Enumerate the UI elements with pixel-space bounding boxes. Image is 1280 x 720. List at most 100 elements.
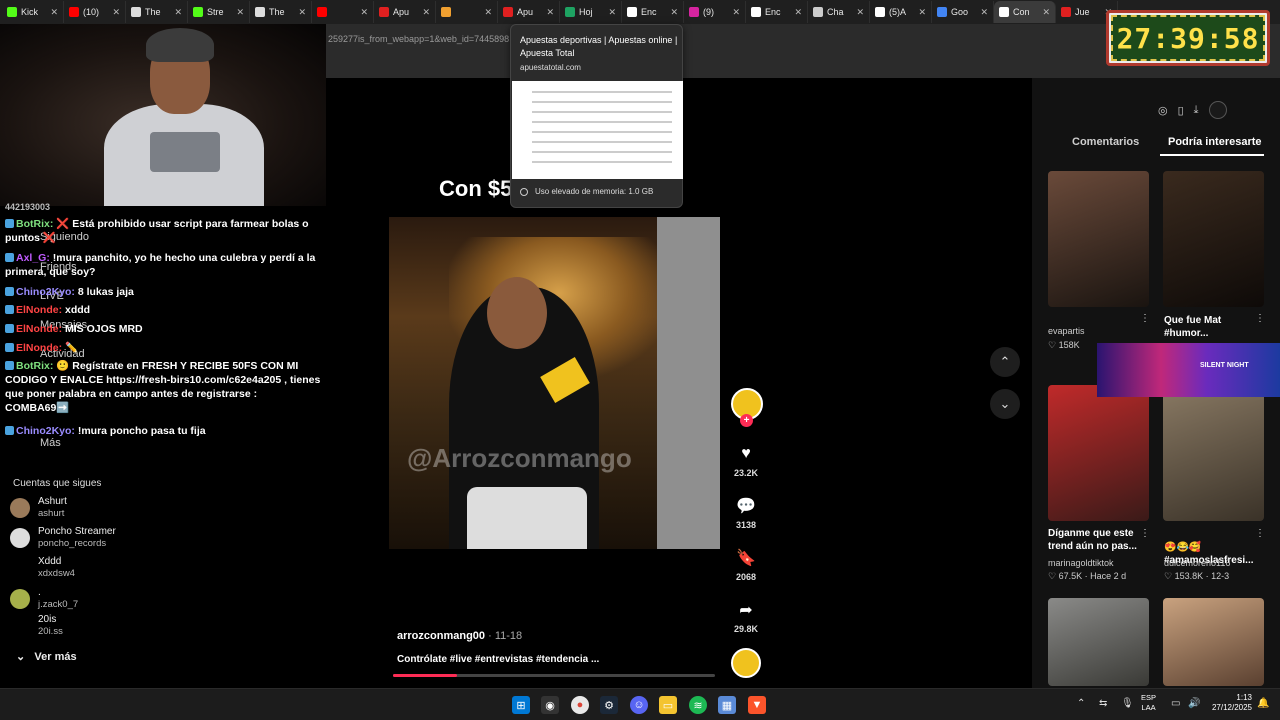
- wifi-icon[interactable]: ▭: [1171, 698, 1180, 709]
- video-author[interactable]: arrozconmang00 · 11-18: [397, 630, 522, 642]
- close-icon[interactable]: ✕: [50, 7, 58, 18]
- chat-username[interactable]: BotRix:: [16, 218, 53, 230]
- sub-badge-icon: [5, 343, 14, 352]
- ghost-menu-more[interactable]: Más: [40, 437, 61, 449]
- video-thumbnail[interactable]: [1048, 171, 1149, 307]
- profile-avatar[interactable]: [1208, 101, 1227, 119]
- browser-tab[interactable]: Cha ✕: [808, 1, 870, 23]
- tab-recommended[interactable]: Podría interesarte: [1168, 136, 1262, 148]
- close-icon[interactable]: ✕: [546, 7, 554, 18]
- taskbar-app[interactable]: ▭: [659, 696, 677, 714]
- chat-username[interactable]: ElNonde:: [16, 323, 62, 335]
- card-user[interactable]: dulcemoreno116: [1164, 558, 1230, 568]
- chevron-up-icon[interactable]: ⌃: [1077, 698, 1085, 709]
- language-indicator[interactable]: ESP LAA: [1141, 693, 1156, 713]
- video-progress-bar[interactable]: [393, 674, 715, 677]
- close-icon[interactable]: ✕: [980, 7, 988, 18]
- following-handle: 20i.ss: [38, 626, 63, 637]
- taskbar-app[interactable]: ▼: [748, 696, 766, 714]
- following-item[interactable]: Poncho Streamer poncho_records: [10, 526, 210, 552]
- following-item[interactable]: . j.zack0_7: [10, 587, 210, 613]
- video-thumbnail[interactable]: [1048, 385, 1149, 521]
- browser-tab[interactable]: Enc ✕: [746, 1, 808, 23]
- chat-username[interactable]: Chino2Kyo:: [16, 286, 75, 298]
- notification-bell-icon[interactable]: 🔔: [1257, 698, 1269, 709]
- browser-tab[interactable]: Goo ✕: [932, 1, 994, 23]
- card-title[interactable]: Díganme que este trend aún no pas...: [1048, 527, 1148, 553]
- browser-tab[interactable]: Enc ✕: [622, 1, 684, 23]
- close-icon[interactable]: ✕: [794, 7, 802, 18]
- save-button[interactable]: 🔖 2068: [731, 545, 761, 582]
- taskbar-app[interactable]: ☺: [630, 696, 648, 714]
- browser-tab[interactable]: Apu ✕: [374, 1, 436, 23]
- tab-comments[interactable]: Comentarios: [1072, 136, 1139, 148]
- browser-tab[interactable]: ✕: [312, 1, 374, 23]
- browser-tab[interactable]: Kick ✕: [2, 1, 64, 23]
- phone-icon[interactable]: ▯: [1178, 104, 1184, 117]
- clock[interactable]: 1:13 27/12/2025: [1208, 693, 1252, 713]
- chat-username[interactable]: ElNonde:: [16, 342, 62, 354]
- following-item[interactable]: Xddd xdxdsw4: [10, 556, 210, 582]
- browser-tab[interactable]: Con ✕: [994, 1, 1056, 23]
- network-icon[interactable]: ⇆: [1099, 698, 1107, 709]
- browser-tab[interactable]: Hoj ✕: [560, 1, 622, 23]
- microphone-icon[interactable]: 🎙: [1121, 698, 1134, 709]
- download-icon[interactable]: ⤓: [1194, 104, 1199, 117]
- close-icon[interactable]: ✕: [298, 7, 306, 18]
- chat-username[interactable]: BotRix:: [16, 360, 53, 372]
- close-icon[interactable]: ✕: [484, 7, 492, 18]
- close-icon[interactable]: ✕: [422, 7, 430, 18]
- taskbar-app[interactable]: ≋: [689, 696, 707, 714]
- chat-username[interactable]: Axl_G:: [16, 252, 50, 264]
- following-item[interactable]: Ashurt ashurt: [10, 496, 210, 522]
- browser-tab[interactable]: (10) ✕: [64, 1, 126, 23]
- share-button[interactable]: ➦ 29.8K: [731, 597, 761, 634]
- more-options-icon[interactable]: ⋮: [1255, 528, 1265, 539]
- browser-tab[interactable]: (9) ✕: [684, 1, 746, 23]
- close-icon[interactable]: ✕: [112, 7, 120, 18]
- card-user[interactable]: evapartis: [1048, 326, 1085, 336]
- close-icon[interactable]: ✕: [670, 7, 678, 18]
- video-date: · 11-18: [488, 630, 523, 642]
- chat-username[interactable]: ElNonde:: [16, 304, 62, 316]
- close-icon[interactable]: ✕: [732, 7, 740, 18]
- close-icon[interactable]: ✕: [918, 7, 926, 18]
- taskbar-app[interactable]: ▦: [718, 696, 736, 714]
- card-user[interactable]: marinagoldtiktok: [1048, 558, 1114, 568]
- see-more-button[interactable]: ⌄ Ver más: [16, 650, 77, 663]
- video-thumbnail[interactable]: [1163, 598, 1264, 686]
- close-icon[interactable]: ✕: [236, 7, 244, 18]
- start-button[interactable]: ⊞: [512, 696, 530, 714]
- card-title[interactable]: Que fue Mat #humor...: [1164, 314, 1264, 340]
- close-icon[interactable]: ✕: [1042, 7, 1050, 18]
- video-thumbnail[interactable]: [1163, 171, 1264, 307]
- video-thumbnail[interactable]: [1163, 385, 1264, 521]
- taskbar-app[interactable]: ◉: [541, 696, 559, 714]
- taskbar-app[interactable]: ⚙: [600, 696, 618, 714]
- chat-username[interactable]: Chino2Kyo:: [16, 425, 75, 437]
- like-button[interactable]: ♥ 23.2K: [731, 441, 761, 478]
- sound-disc-avatar[interactable]: [731, 648, 761, 678]
- browser-tab[interactable]: Stre ✕: [188, 1, 250, 23]
- close-icon[interactable]: ✕: [174, 7, 182, 18]
- tooltip-domain: apuestatotal.com: [520, 63, 581, 72]
- browser-tab[interactable]: Apu ✕: [498, 1, 560, 23]
- browser-tab[interactable]: The ✕: [126, 1, 188, 23]
- follow-plus-icon[interactable]: +: [740, 414, 753, 427]
- close-icon[interactable]: ✕: [856, 7, 864, 18]
- following-item[interactable]: 20is 20i.ss: [10, 614, 210, 640]
- next-video-button[interactable]: ⌄: [990, 389, 1020, 419]
- video-player[interactable]: @Arrozconmango: [389, 217, 720, 549]
- browser-tab[interactable]: The ✕: [250, 1, 312, 23]
- previous-video-button[interactable]: ⌃: [990, 347, 1020, 377]
- speaker-icon[interactable]: 🔊: [1188, 698, 1200, 709]
- compass-icon[interactable]: ◎: [1158, 104, 1168, 117]
- browser-tab[interactable]: ✕: [436, 1, 498, 23]
- taskbar-app[interactable]: ●: [571, 696, 589, 714]
- close-icon[interactable]: ✕: [360, 7, 368, 18]
- browser-tab[interactable]: (5)A ✕: [870, 1, 932, 23]
- video-thumbnail[interactable]: [1048, 598, 1149, 686]
- close-icon[interactable]: ✕: [608, 7, 616, 18]
- more-options-icon[interactable]: ⋮: [1140, 313, 1150, 324]
- comment-button[interactable]: 💬 3138: [731, 493, 761, 530]
